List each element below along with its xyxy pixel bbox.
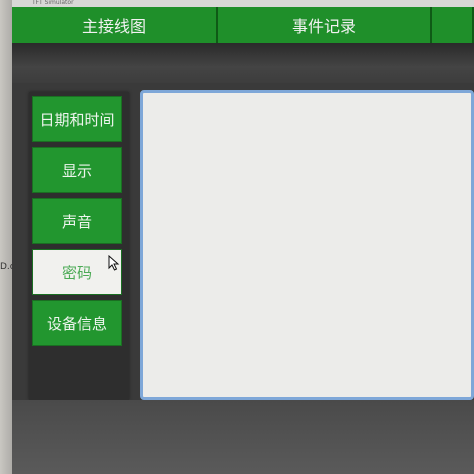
sidebar-item-display[interactable]: 显示	[32, 147, 122, 193]
tab-extra[interactable]	[432, 7, 474, 43]
bottom-area	[12, 400, 474, 474]
settings-content-panel	[140, 90, 474, 400]
header-spacer	[12, 43, 474, 83]
sidebar-item-date-time[interactable]: 日期和时间	[32, 96, 122, 142]
screen-bezel	[0, 0, 12, 474]
app-window: TFT Simulator 主接线图 事件记录 日期和时间 显示 声音 密码 设…	[12, 0, 474, 474]
settings-sidebar: 日期和时间 显示 声音 密码 设备信息	[29, 92, 129, 400]
top-navigation: 主接线图 事件记录	[12, 7, 474, 43]
window-titlebar: TFT Simulator	[12, 0, 474, 7]
tab-event-log[interactable]: 事件记录	[218, 7, 432, 43]
sidebar-item-device-info[interactable]: 设备信息	[32, 300, 122, 346]
mouse-pointer-icon	[108, 255, 120, 271]
tab-main-wiring-diagram[interactable]: 主接线图	[12, 7, 218, 43]
sidebar-item-sound[interactable]: 声音	[32, 198, 122, 244]
